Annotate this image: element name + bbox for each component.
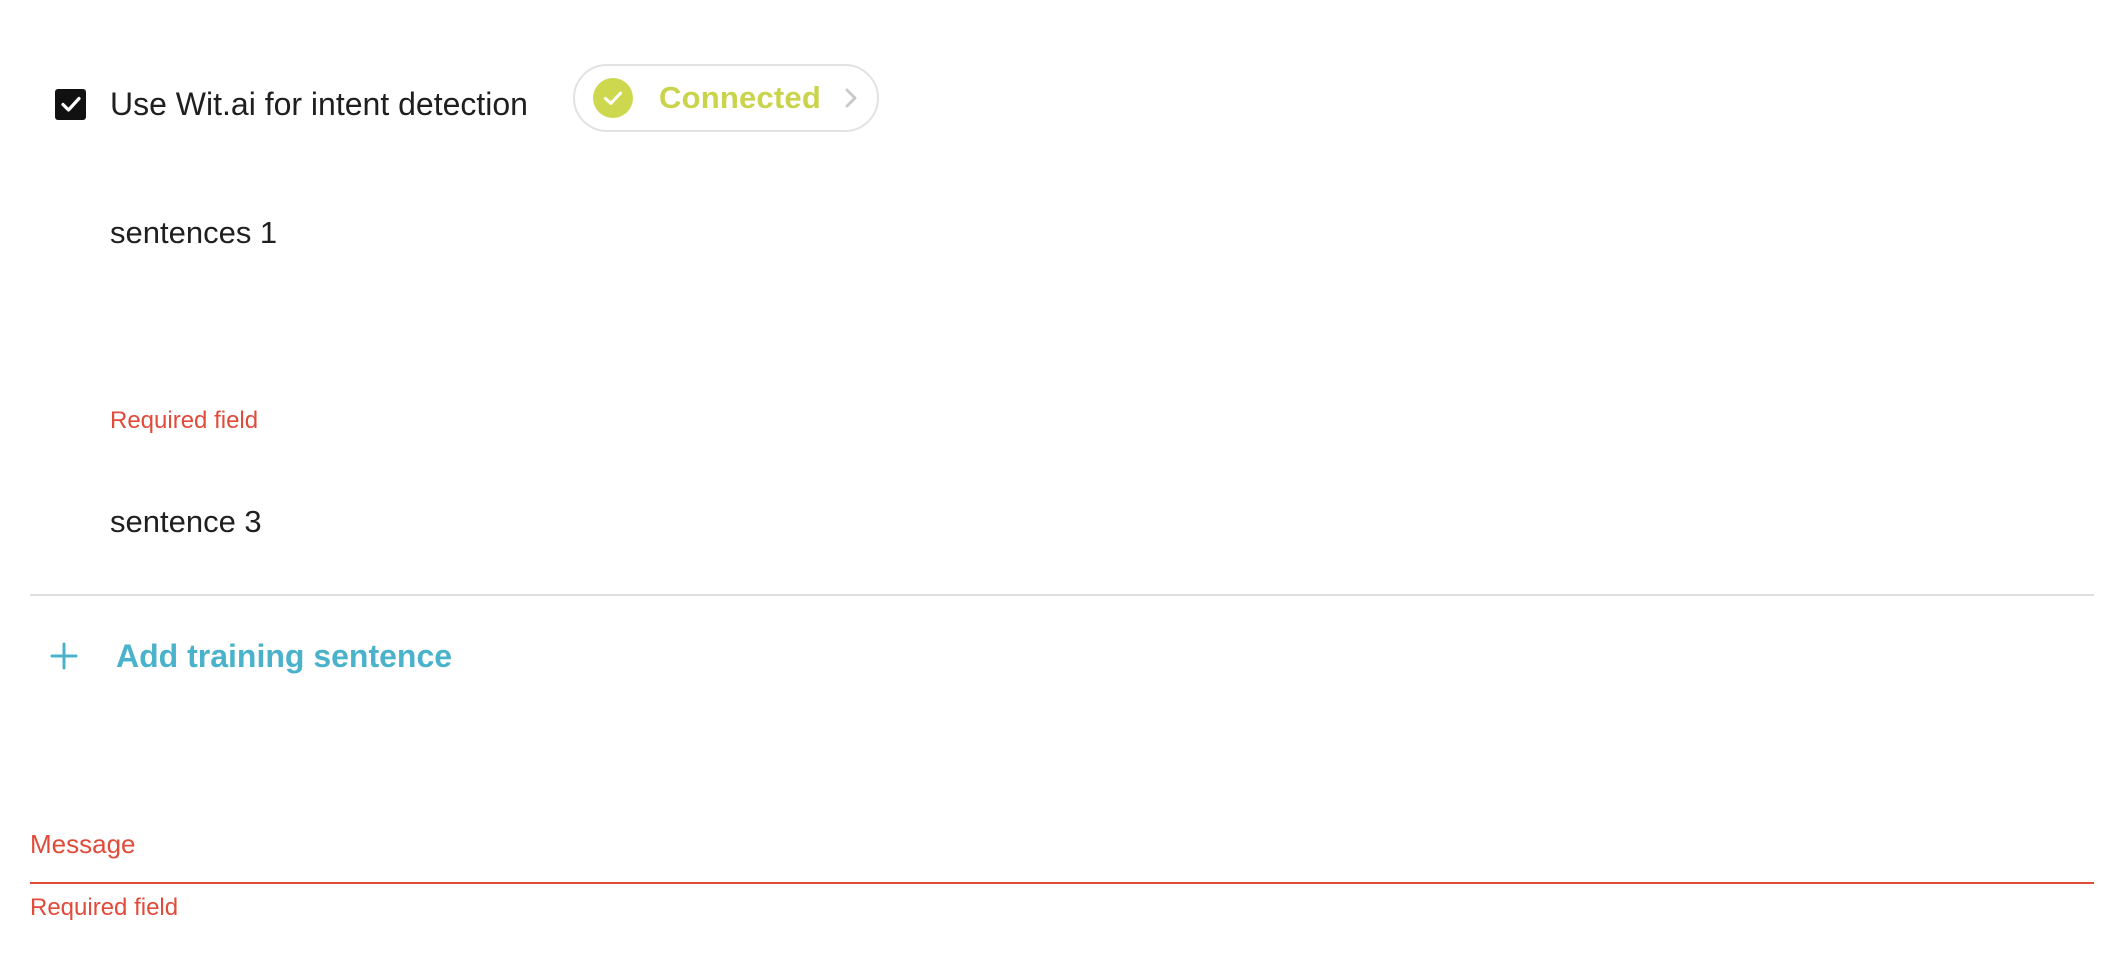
training-sentence-2-field[interactable] [110, 330, 2010, 380]
chevron-right-icon [843, 86, 859, 110]
message-underline [30, 882, 2094, 884]
message-error: Required field [30, 894, 179, 921]
training-sentence-2-error: Required field [110, 407, 259, 434]
plus-icon [50, 642, 78, 670]
use-wit-ai-checkbox[interactable] [55, 88, 86, 120]
message-input[interactable] [30, 820, 2094, 882]
add-training-sentence-label: Add training sentence [116, 637, 453, 674]
connection-status-label: Connected [659, 80, 821, 115]
add-training-sentence-button[interactable]: Add training sentence [48, 636, 452, 676]
divider [30, 594, 2094, 596]
use-wit-ai-label[interactable]: Use Wit.ai for intent detection [110, 86, 528, 123]
wit-connection-status-button[interactable]: Connected [573, 64, 879, 132]
check-icon [60, 96, 81, 112]
training-sentence-3-field[interactable]: sentence 3 [110, 504, 262, 540]
wit-ai-row: Use Wit.ai for intent detection Connecte… [55, 64, 879, 144]
check-circle-icon [593, 78, 633, 118]
training-sentence-1-field[interactable]: sentences 1 [110, 215, 277, 251]
